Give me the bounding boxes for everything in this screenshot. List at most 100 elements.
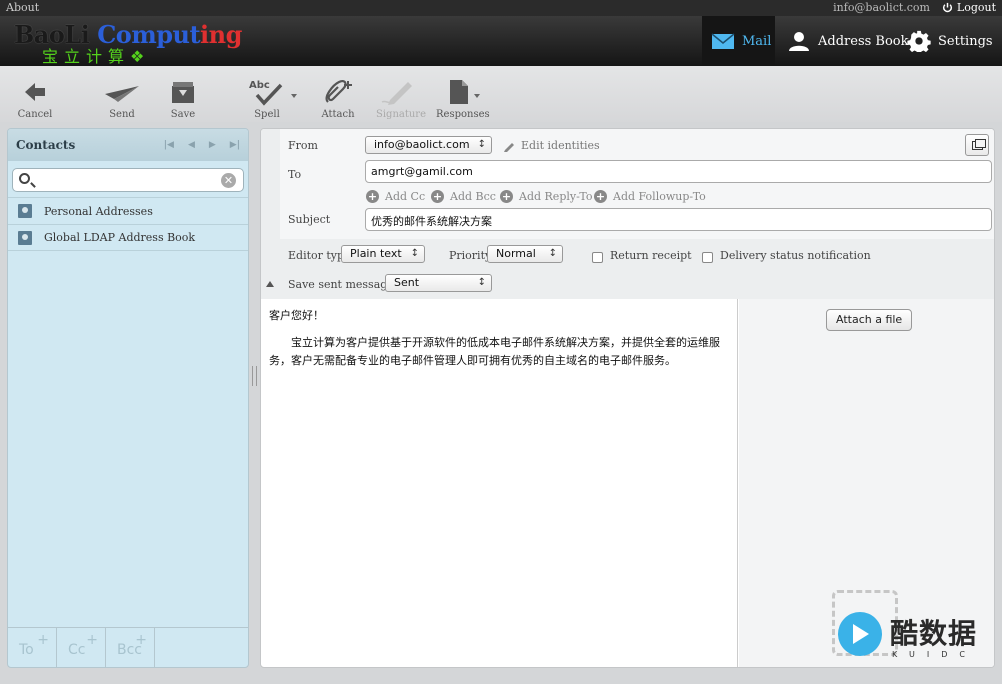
cancel-button[interactable]: Cancel bbox=[16, 78, 54, 120]
save-icon bbox=[168, 78, 198, 106]
compose-headers: From info@baolict.com Edit identities To… bbox=[280, 129, 994, 239]
attach-button[interactable]: Attach bbox=[320, 78, 356, 120]
return-receipt-label: Return receipt bbox=[610, 249, 692, 262]
nav-mail-label: Mail bbox=[742, 33, 772, 49]
address-book-icon bbox=[18, 230, 32, 245]
attach-file-button[interactable]: Attach a file bbox=[826, 309, 913, 331]
search-icon bbox=[19, 173, 30, 184]
body-greeting: 客户您好！ bbox=[269, 309, 324, 322]
watermark-en: KUIDC bbox=[892, 650, 977, 659]
about-link[interactable]: About bbox=[6, 1, 39, 14]
nav-mail[interactable]: Mail bbox=[702, 16, 775, 66]
add-reply-to-link[interactable]: + Add Reply-To bbox=[500, 190, 593, 203]
logout-button[interactable]: Logout bbox=[942, 1, 996, 14]
contacts-footer: To + Cc + Bcc + bbox=[8, 627, 248, 667]
panel-splitter[interactable] bbox=[252, 366, 257, 386]
priority-label: Priority bbox=[449, 249, 492, 262]
play-icon bbox=[838, 612, 882, 656]
gear-icon bbox=[907, 30, 931, 55]
responses-label: Responses bbox=[436, 109, 490, 120]
message-body[interactable]: 客户您好！ 宝立计算为客户提供基于开源软件的低成本电子邮件系统解决方案，并提供全… bbox=[261, 299, 738, 667]
responses-button[interactable]: Responses bbox=[436, 78, 490, 120]
contacts-search: ✕ bbox=[12, 168, 244, 192]
return-receipt-checkbox[interactable] bbox=[592, 252, 603, 263]
edit-identities-link[interactable]: Edit identities bbox=[503, 139, 600, 152]
add-cc-link[interactable]: + Add Cc bbox=[366, 190, 425, 203]
clear-search-icon[interactable]: ✕ bbox=[221, 173, 236, 188]
contacts-pager: |◀ ◀ ▶ ▶| bbox=[164, 140, 240, 150]
plus-icon: + bbox=[500, 190, 513, 203]
headers-gutter bbox=[261, 129, 280, 299]
plus-icon: + bbox=[366, 190, 379, 203]
signature-label: Signature bbox=[376, 109, 427, 120]
compose-options: Editor type Plain text Priority Normal R… bbox=[280, 239, 994, 299]
nav-settings-label: Settings bbox=[938, 33, 993, 49]
subject-field[interactable]: 优秀的邮件系统解决方案 bbox=[365, 208, 992, 231]
subject-label: Subject bbox=[288, 213, 331, 226]
watermark-logo: 酷数据 KUIDC bbox=[832, 590, 992, 660]
add-followup-to-link[interactable]: + Add Followup-To bbox=[594, 190, 706, 203]
spellcheck-icon: Abc bbox=[247, 78, 287, 106]
address-book-global-ldap[interactable]: Global LDAP Address Book bbox=[8, 224, 248, 251]
address-book-icon bbox=[18, 204, 32, 218]
from-select[interactable]: info@baolict.com bbox=[365, 136, 492, 154]
nav-address-book-label: Address Book bbox=[818, 33, 909, 49]
watermark-cn: 酷数据 bbox=[890, 617, 978, 650]
compose-panel: From info@baolict.com Edit identities To… bbox=[260, 128, 995, 668]
add-bcc-link[interactable]: + Add Bcc bbox=[431, 190, 496, 203]
contacts-panel: Contacts |◀ ◀ ▶ ▶| ✕ Personal Addresses … bbox=[7, 128, 249, 668]
next-page-icon[interactable]: ▶ bbox=[209, 140, 216, 150]
nav-address-book[interactable]: Address Book bbox=[787, 16, 909, 66]
collapse-headers-icon[interactable] bbox=[266, 281, 274, 287]
priority-select[interactable]: Normal bbox=[487, 245, 563, 263]
send-button[interactable]: Send bbox=[102, 78, 142, 120]
spell-button[interactable]: Abc Spell bbox=[247, 78, 297, 120]
prev-page-icon[interactable]: ◀ bbox=[188, 140, 195, 150]
add-cc-button[interactable]: Cc + bbox=[57, 628, 106, 667]
pen-icon bbox=[376, 78, 420, 106]
save-sent-select[interactable]: Sent bbox=[385, 274, 492, 292]
send-label: Send bbox=[109, 109, 135, 120]
add-to-button[interactable]: To + bbox=[8, 628, 57, 667]
power-icon bbox=[942, 2, 952, 13]
attach-label: Attach bbox=[321, 109, 355, 120]
logout-label: Logout bbox=[956, 1, 996, 14]
to-field[interactable]: amgrt@gamil.com bbox=[365, 160, 992, 183]
popout-window-icon[interactable] bbox=[965, 134, 989, 156]
svg-text:Abc: Abc bbox=[249, 80, 270, 91]
paper-plane-icon bbox=[102, 78, 142, 106]
document-icon bbox=[436, 78, 482, 106]
save-button[interactable]: Save bbox=[168, 78, 198, 120]
body-text: 宝立计算为客户提供基于开源软件的低成本电子邮件系统解决方案，并提供全套的运维服务… bbox=[269, 336, 720, 367]
last-page-icon[interactable]: ▶| bbox=[230, 140, 240, 150]
header: BaoLi Computing 宝立计算❖ Mail Address Book … bbox=[0, 16, 1002, 66]
address-book-label: Global LDAP Address Book bbox=[44, 231, 196, 244]
delivery-status-checkbox[interactable] bbox=[702, 252, 713, 263]
user-email: info@baolict.com bbox=[833, 1, 930, 14]
spell-label: Spell bbox=[254, 109, 280, 120]
delivery-status-label: Delivery status notification bbox=[720, 249, 871, 262]
plus-icon: + bbox=[431, 190, 444, 203]
add-bcc-button[interactable]: Bcc + bbox=[106, 628, 155, 667]
from-label: From bbox=[288, 139, 318, 152]
to-label: To bbox=[288, 168, 302, 181]
editor-type-select[interactable]: Plain text bbox=[341, 245, 425, 263]
address-book-personal[interactable]: Personal Addresses bbox=[8, 197, 248, 224]
address-book-label: Personal Addresses bbox=[44, 204, 153, 218]
contacts-title: Contacts bbox=[16, 138, 76, 152]
top-bar: About info@baolict.com Logout bbox=[0, 0, 1002, 16]
dropdown-caret-icon[interactable] bbox=[474, 94, 480, 98]
person-icon bbox=[787, 30, 811, 52]
contacts-header: Contacts |◀ ◀ ▶ ▶| bbox=[8, 129, 248, 161]
pencil-icon bbox=[504, 143, 514, 152]
dropdown-caret-icon[interactable] bbox=[291, 94, 297, 98]
arrow-left-icon bbox=[16, 78, 54, 106]
cancel-label: Cancel bbox=[17, 109, 53, 120]
nav-settings[interactable]: Settings bbox=[907, 16, 993, 66]
contacts-search-input[interactable] bbox=[37, 171, 217, 189]
first-page-icon[interactable]: |◀ bbox=[164, 140, 174, 150]
mail-icon bbox=[711, 30, 735, 52]
save-label: Save bbox=[170, 109, 196, 120]
paperclip-icon bbox=[320, 78, 356, 106]
signature-button[interactable]: Signature bbox=[376, 78, 426, 120]
